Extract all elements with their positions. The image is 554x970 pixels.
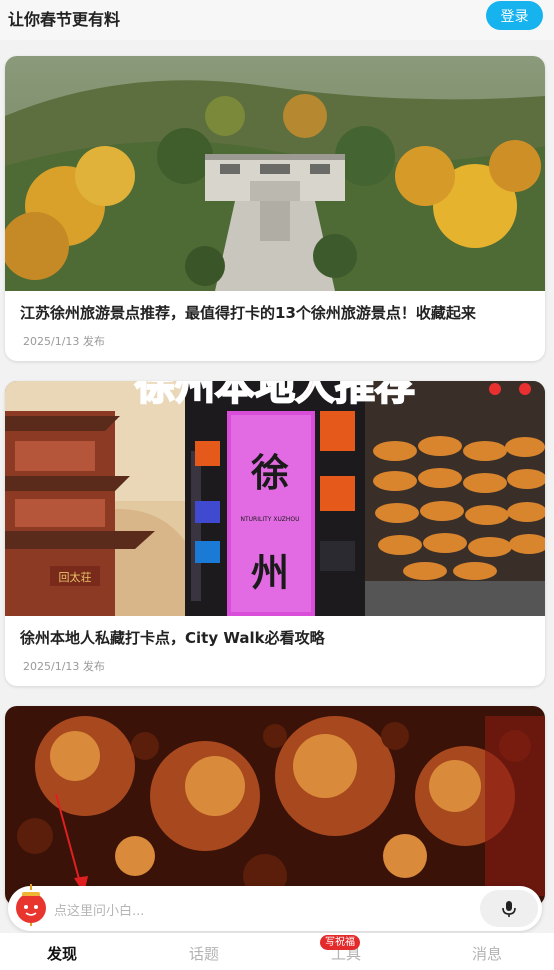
sign-character: 徐 bbox=[250, 451, 289, 495]
page-title: 让你春节更有料 bbox=[8, 10, 121, 29]
bottom-tab-bar: 发现 话题 工具 写祝福 消息 bbox=[0, 933, 554, 970]
ask-input[interactable]: 点这里问小白... bbox=[8, 886, 542, 931]
tab-topics[interactable]: 话题 bbox=[174, 943, 234, 964]
card-date: 2025/1/13 发布 bbox=[23, 335, 105, 348]
tab-messages[interactable]: 消息 bbox=[457, 943, 517, 964]
login-button[interactable]: 登录 bbox=[486, 1, 543, 30]
card-image: 回太荘 徐 NTURILITY XUZHOU 州 徐州本地人推荐 bbox=[5, 381, 545, 616]
card-image bbox=[5, 56, 545, 291]
microphone-icon bbox=[502, 900, 516, 917]
top-bar: 让你春节更有料 登录 bbox=[0, 0, 554, 40]
feed-card[interactable]: 回太荘 徐 NTURILITY XUZHOU 州 徐州本地人推荐 徐州本地人私藏… bbox=[5, 381, 545, 686]
sign-subtext: NTURILITY XUZHOU bbox=[241, 516, 300, 523]
banner-text: 徐州本地人推荐 bbox=[134, 381, 415, 409]
card-title: 徐州本地人私藏打卡点，City Walk必看攻略 bbox=[20, 629, 325, 647]
tab-discover[interactable]: 发现 bbox=[32, 943, 92, 964]
card-title: 江苏徐州旅游景点推荐，最值得打卡的13个徐州旅游景点！收藏起来 bbox=[20, 304, 476, 322]
temple-plaque: 回太荘 bbox=[59, 571, 92, 584]
mic-button[interactable] bbox=[480, 890, 538, 927]
sign-character: 州 bbox=[251, 551, 289, 595]
card-date: 2025/1/13 发布 bbox=[23, 660, 105, 673]
annotation-arrow bbox=[55, 793, 88, 894]
tools-badge: 写祝福 bbox=[320, 935, 360, 950]
ask-placeholder: 点这里问小白... bbox=[54, 904, 145, 919]
mascot-icon bbox=[16, 884, 46, 926]
feed-card[interactable]: 江苏徐州旅游景点推荐，最值得打卡的13个徐州旅游景点！收藏起来 2025/1/1… bbox=[5, 56, 545, 361]
